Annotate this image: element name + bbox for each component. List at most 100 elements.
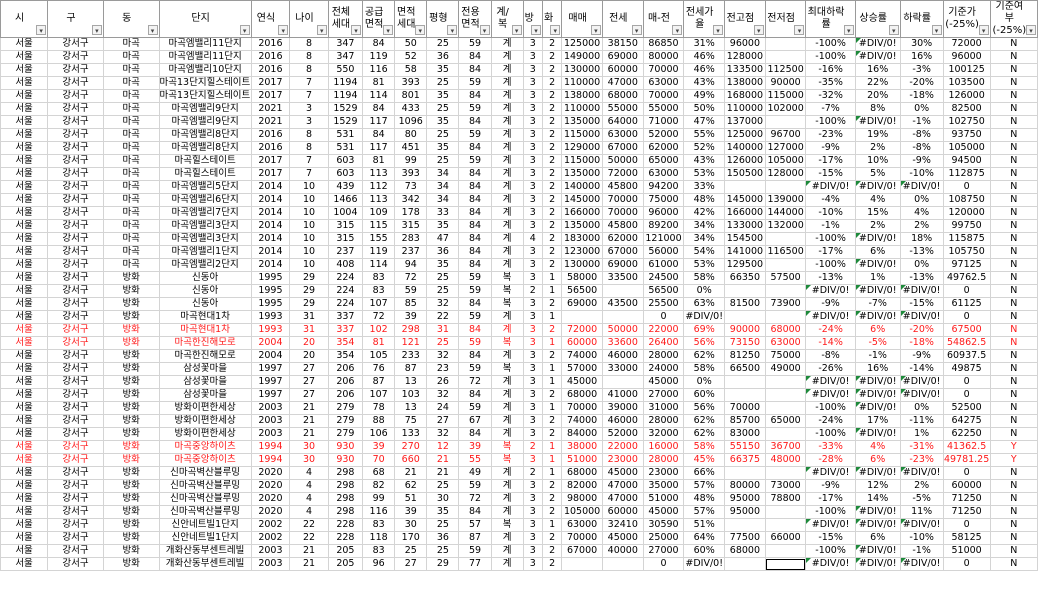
table-cell[interactable]: 298 [327, 505, 364, 519]
table-cell[interactable]: 2014 [250, 206, 291, 220]
table-cell[interactable]: 83 [362, 271, 396, 285]
table-cell[interactable]: 2004 [250, 349, 291, 363]
table-cell[interactable]: 3 [522, 128, 543, 142]
table-cell[interactable]: 100125 [942, 63, 991, 77]
table-cell[interactable]: 0 [942, 284, 991, 298]
table-cell[interactable]: 계 [490, 375, 524, 389]
table-cell[interactable]: -100% [805, 232, 856, 246]
table-cell[interactable]: 계 [490, 219, 524, 233]
table-cell[interactable]: 77 [458, 557, 492, 571]
table-cell[interactable]: 3 [522, 219, 543, 233]
table-cell[interactable]: 10% [854, 154, 901, 168]
table-cell[interactable]: 강서구 [47, 206, 104, 220]
table-cell[interactable]: 25 [426, 518, 460, 532]
table-cell[interactable]: 서울 [0, 414, 49, 428]
table-cell[interactable]: 강서구 [47, 557, 104, 571]
table-cell[interactable]: 206 [327, 375, 364, 389]
table-cell[interactable]: 82500 [942, 102, 991, 116]
table-cell[interactable]: 62% [683, 349, 726, 363]
table-cell[interactable]: 서울 [0, 388, 49, 402]
table-cell[interactable]: 127000 [764, 141, 807, 155]
table-cell[interactable] [724, 466, 766, 480]
table-cell[interactable]: 0% [899, 193, 944, 207]
table-cell[interactable]: -100% [805, 427, 856, 441]
table-cell[interactable]: 강서구 [47, 531, 104, 545]
table-cell[interactable]: 삼성꽃마을 [158, 375, 252, 389]
table-cell[interactable] [764, 310, 807, 324]
table-cell[interactable]: -5% [899, 492, 944, 506]
table-cell[interactable]: 59 [458, 271, 492, 285]
table-cell[interactable]: 347 [327, 50, 364, 64]
table-cell[interactable]: N [989, 271, 1039, 285]
table-cell[interactable]: 150500 [724, 167, 766, 181]
table-cell[interactable]: 84 [458, 505, 492, 519]
table-cell[interactable]: 36 [426, 245, 460, 259]
table-cell[interactable]: 26 [426, 375, 460, 389]
table-cell[interactable]: 서울 [0, 63, 49, 77]
table-cell[interactable]: 8 [289, 63, 329, 77]
table-cell[interactable]: 50000 [601, 323, 644, 337]
table-cell[interactable]: N [989, 479, 1039, 493]
table-cell[interactable]: 마곡한진해모로 [158, 336, 252, 350]
table-cell[interactable]: 34% [683, 219, 726, 233]
column-header[interactable]: 시 ▾ [0, 0, 49, 38]
table-cell[interactable]: 2004 [250, 336, 291, 350]
table-cell[interactable]: 개화산동부센트레빌 [158, 557, 252, 571]
table-cell[interactable]: 6% [854, 245, 901, 259]
table-cell[interactable]: 0 [642, 557, 685, 571]
table-cell[interactable]: 7 [289, 154, 329, 168]
column-header[interactable]: 전세가율 ▾ [683, 0, 726, 38]
table-cell[interactable]: #DIV/0! [899, 284, 944, 298]
table-cell[interactable]: 38150 [601, 37, 644, 51]
table-cell[interactable]: 서울 [0, 349, 49, 363]
table-cell[interactable]: 30 [289, 453, 329, 467]
table-cell[interactable]: 46000 [601, 349, 644, 363]
table-cell[interactable]: 강서구 [47, 167, 104, 181]
table-cell[interactable]: 116 [362, 505, 396, 519]
table-cell[interactable]: 35 [426, 258, 460, 272]
table-cell[interactable]: 408 [327, 258, 364, 272]
table-cell[interactable]: 2 [541, 492, 563, 506]
table-cell[interactable]: 2003 [250, 544, 291, 558]
table-cell[interactable]: 76 [362, 362, 396, 376]
table-cell[interactable]: 115875 [942, 232, 991, 246]
table-cell[interactable]: 서울 [0, 50, 49, 64]
table-cell[interactable]: 29 [289, 284, 329, 298]
table-cell[interactable]: 54% [683, 245, 726, 259]
table-cell[interactable]: 7 [289, 167, 329, 181]
table-cell[interactable]: 38000 [561, 440, 603, 454]
table-cell[interactable]: 56500 [642, 284, 685, 298]
table-cell[interactable]: -4% [805, 193, 856, 207]
table-cell[interactable]: 53% [683, 258, 726, 272]
table-cell[interactable]: 49 [458, 466, 492, 480]
table-cell[interactable]: 20 [289, 349, 329, 363]
table-cell[interactable]: 3 [522, 167, 543, 181]
table-cell[interactable]: 3 [522, 310, 543, 324]
table-cell[interactable]: 2 [541, 89, 563, 103]
table-cell[interactable]: 47% [683, 115, 726, 129]
table-cell[interactable]: 32000 [642, 427, 685, 441]
table-cell[interactable]: -26% [805, 362, 856, 376]
table-cell[interactable]: 3 [522, 245, 543, 259]
table-cell[interactable]: #DIV/0! [854, 115, 901, 129]
table-cell[interactable]: 방화이편한세상 [158, 414, 252, 428]
table-cell[interactable]: 46000 [601, 414, 644, 428]
table-cell[interactable]: 105000 [764, 154, 807, 168]
table-cell[interactable]: 3 [522, 479, 543, 493]
table-cell[interactable]: 206 [327, 362, 364, 376]
table-cell[interactable]: 69000 [601, 50, 644, 64]
table-cell[interactable]: #DIV/0! [805, 557, 856, 571]
table-cell[interactable]: 3 [289, 102, 329, 116]
table-cell[interactable]: 84 [362, 102, 396, 116]
table-cell[interactable]: 84 [458, 297, 492, 311]
table-cell[interactable]: 28000 [642, 453, 685, 467]
table-cell[interactable]: 62% [683, 427, 726, 441]
table-cell[interactable]: 3 [522, 349, 543, 363]
table-cell[interactable]: 서울 [0, 37, 49, 51]
table-cell[interactable]: 39 [362, 440, 396, 454]
table-cell[interactable]: 방화 [102, 531, 160, 545]
table-cell[interactable]: 4 [289, 492, 329, 506]
table-cell[interactable]: 154500 [724, 232, 766, 246]
table-cell[interactable]: 2 [541, 206, 563, 220]
table-cell[interactable]: 84 [458, 206, 492, 220]
